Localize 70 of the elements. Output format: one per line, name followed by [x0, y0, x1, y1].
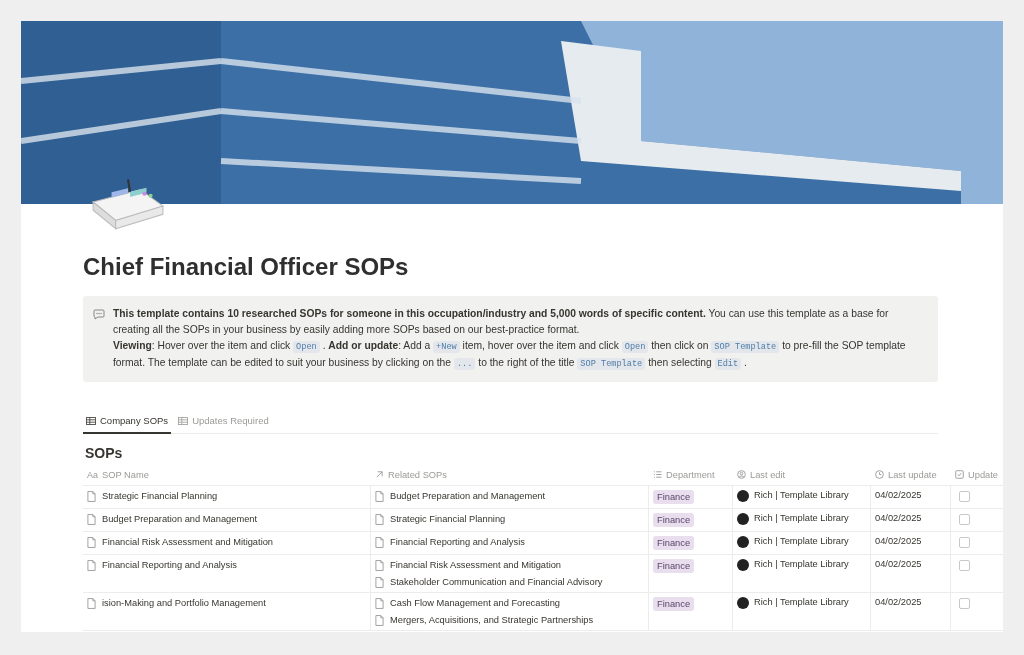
checkbox-icon — [955, 470, 964, 479]
editor-name: Rich | Template Library — [754, 490, 849, 500]
document-icon — [87, 597, 96, 609]
callout-paragraph: This template contains 10 researched SOPs for someone in this occupation/industry and 5,000 words of specific content. You can use this template as a base for creating all the SOPs in your business by easily adding more SOPs based on our best-practice format. — [113, 307, 890, 337]
checkbox[interactable] — [959, 514, 970, 525]
date-text: 04/02/2025 — [875, 559, 922, 569]
document-icon — [87, 513, 96, 525]
date-text: 04/02/2025 — [875, 490, 922, 500]
checkbox[interactable] — [959, 537, 970, 548]
sop-link[interactable]: Financial Risk Assessment and Mitigation — [87, 536, 274, 548]
table-title: SOPs — [85, 444, 124, 463]
related-sop-link[interactable]: Strategic Financial Planning — [375, 513, 506, 525]
inline-code: SOP Template — [711, 341, 780, 353]
document-icon — [375, 597, 384, 609]
date-text: 04/02/2025 — [875, 513, 922, 523]
related-sop-link[interactable]: Budget Preparation and Management — [375, 490, 546, 502]
avatar-icon — [737, 513, 749, 525]
table-icon — [86, 416, 96, 425]
editor-name: Rich | Template Library — [754, 597, 849, 607]
view-tab[interactable]: Company SOPs — [83, 412, 172, 434]
editor-name: Rich | Template Library — [754, 513, 849, 523]
sop-link[interactable]: Budget Preparation and Management — [87, 513, 258, 525]
related-sop-link[interactable]: Financial Reporting and Analysis — [375, 536, 525, 548]
sop-link[interactable]: Strategic Financial Planning — [87, 490, 218, 502]
document-icon — [375, 536, 384, 548]
related-sop-link[interactable]: Financial Risk Assessment and Mitigation — [375, 559, 562, 571]
arrow-icon — [375, 470, 384, 479]
department-tag: Finance — [653, 513, 695, 527]
date-text: 04/02/2025 — [875, 536, 922, 546]
document-icon — [87, 536, 96, 548]
inline-code: Edit — [714, 358, 742, 370]
callout-paragraph: Viewing: Hover over the item and click Open . Add or update: Add a +New item, hover over the item and click Open then click on SOP Template to pre-fill the SOP template format. The template can be edited to suit your business by clicking on the ... to the right of the title SOP Template then selecting Edit . — [113, 339, 907, 372]
speech-bubble-icon — [93, 308, 105, 320]
document-icon — [375, 490, 384, 502]
department-tag: Finance — [653, 559, 695, 573]
person-icon — [737, 470, 746, 479]
inline-code: Open — [621, 341, 649, 353]
department-tag: Finance — [653, 490, 695, 504]
document-icon — [375, 614, 384, 626]
related-sop-link[interactable]: Mergers, Acquisitions, and Strategic Partnerships — [375, 614, 594, 626]
sop-link[interactable]: Financial Reporting and Analysis — [87, 559, 237, 571]
document-icon — [375, 559, 384, 571]
document-icon — [87, 490, 96, 502]
checkbox[interactable] — [959, 598, 970, 609]
date-text: 04/02/2025 — [875, 597, 922, 607]
table-icon — [178, 416, 189, 425]
related-sop-link[interactable]: Stakeholder Communication and Financial Advisory — [375, 576, 603, 588]
department-tag: Finance — [653, 597, 695, 611]
document-icon — [375, 576, 384, 588]
document-icon — [375, 513, 384, 525]
clock-icon — [875, 470, 884, 479]
checkbox[interactable] — [959, 491, 970, 502]
list-icon — [653, 470, 662, 479]
related-sop-link[interactable]: Cash Flow Management and Forecasting — [375, 597, 560, 609]
editor-name: Rich | Template Library — [754, 536, 849, 546]
avatar-icon — [737, 536, 749, 548]
avatar-icon — [737, 559, 749, 571]
avatar-icon — [737, 597, 749, 609]
editor-name: Rich | Template Library — [754, 559, 849, 569]
text-type-icon: Aa — [87, 469, 98, 480]
avatar-icon — [737, 490, 749, 502]
checkbox[interactable] — [959, 560, 970, 571]
department-tag: Finance — [653, 536, 695, 550]
sop-link[interactable]: ision-Making and Portfolio Management — [87, 597, 266, 609]
inline-code: +New — [433, 341, 460, 353]
inline-code: Open — [293, 341, 320, 353]
inline-code: ... — [453, 358, 476, 370]
page-title: Chief Financial Officer SOPs — [83, 252, 410, 282]
document-icon — [87, 559, 96, 571]
inline-code: SOP Template — [577, 358, 646, 370]
